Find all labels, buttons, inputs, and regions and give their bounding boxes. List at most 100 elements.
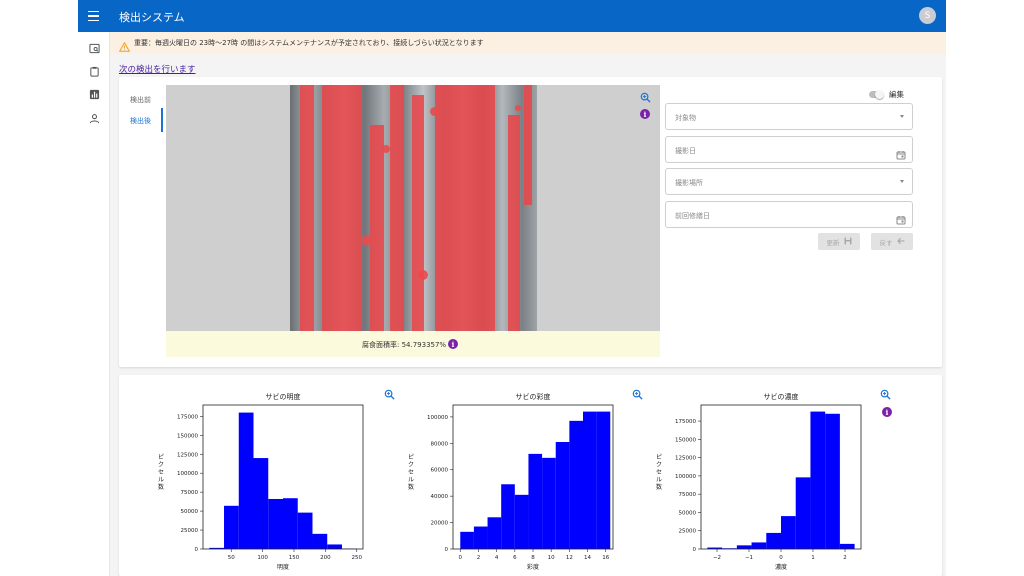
- info-icon[interactable]: i: [882, 407, 892, 417]
- y-tick-label: 25000: [181, 528, 199, 534]
- x-tick-label: 100: [257, 555, 268, 561]
- histogram-bar: [781, 516, 796, 549]
- chevron-down-icon: [900, 115, 904, 118]
- histogram-bar: [268, 498, 283, 549]
- x-tick-label: 2: [477, 555, 481, 561]
- histogram-bar: [487, 517, 502, 549]
- banner-text: 重要：毎週火曜日の 23時〜27時 の間はシステムメンテナンスが予定されており、…: [134, 39, 484, 47]
- histogram-bar: [751, 542, 767, 549]
- target-object-select[interactable]: 対象物: [665, 103, 913, 130]
- histogram-bar: [253, 458, 269, 549]
- info-icon[interactable]: i: [640, 109, 650, 119]
- update-button[interactable]: 更新: [818, 233, 860, 250]
- histogram-bar: [569, 420, 583, 549]
- bar-chart-icon[interactable]: [84, 84, 104, 104]
- corrosion-rate-text: 腐食面積率: 54.793357%: [362, 341, 447, 349]
- edit-toggle[interactable]: [869, 90, 884, 99]
- histogram-bar: [583, 411, 597, 549]
- y-tick-label: 150000: [675, 437, 696, 443]
- x-axis-label: 濃度: [775, 563, 787, 571]
- y-tick-label: 175000: [177, 414, 198, 420]
- x-axis-label: 明度: [277, 563, 289, 571]
- histogram-card: サビの明度 50 100 150 200 250 0 25000 50000 75000 10000…: [119, 375, 942, 576]
- histogram-bar: [501, 484, 515, 549]
- histogram-bar: [596, 411, 611, 549]
- person-icon[interactable]: [84, 108, 104, 128]
- tab-after-detection[interactable]: 検出後: [119, 108, 163, 132]
- x-tick-label: −1: [745, 555, 753, 561]
- capture-location-select[interactable]: 撮影場所: [665, 168, 913, 195]
- x-tick-label: 16: [602, 555, 609, 561]
- histogram-bar: [555, 441, 570, 549]
- y-tick-label: 20000: [431, 521, 449, 527]
- x-tick-label: 6: [513, 555, 517, 561]
- x-tick-label: 1: [811, 555, 815, 561]
- y-axis-label: ピクセル数: [158, 454, 164, 491]
- histogram-saturation: サビの彩度 0 2 4 6 8 10 12 14 16 0 20000 40000 60000 80000 1…: [399, 385, 629, 576]
- histogram-bar: [514, 494, 529, 549]
- x-tick-label: 50: [228, 555, 235, 561]
- chevron-down-icon: [900, 180, 904, 183]
- capture-date-label: 撮影日: [675, 147, 696, 155]
- y-tick-label: 0: [693, 547, 697, 553]
- histogram-bar: [528, 453, 543, 549]
- capture-date-field[interactable]: 撮影日: [665, 136, 913, 163]
- last-repair-date-field[interactable]: 前回修繕日: [665, 201, 913, 228]
- x-tick-label: −2: [713, 555, 721, 561]
- histogram-brightness: サビの明度 50 100 150 200 250 0 25000 50000 75000 10000…: [149, 385, 379, 576]
- histogram-bar: [825, 413, 840, 549]
- zoom-in-icon[interactable]: [640, 88, 652, 103]
- histogram-bar: [542, 457, 556, 549]
- y-tick-label: 125000: [177, 452, 198, 458]
- calendar-icon[interactable]: [896, 145, 906, 164]
- clipboard-icon[interactable]: [84, 61, 104, 81]
- y-tick-label: 60000: [431, 468, 449, 474]
- zoom-in-icon[interactable]: [384, 385, 396, 400]
- next-detection-link[interactable]: 次の検出を行います: [119, 63, 196, 75]
- histogram-bar: [473, 526, 488, 549]
- x-tick-label: 0: [459, 555, 463, 561]
- corrosion-rate-bar: 腐食面積率: 54.793357% i: [166, 331, 660, 357]
- revert-button-label: 戻す: [879, 238, 893, 247]
- menu-icon[interactable]: [86, 8, 102, 24]
- app-title: 検出システム: [119, 11, 185, 24]
- x-tick-label: 14: [584, 555, 591, 561]
- y-tick-label: 100000: [427, 415, 448, 421]
- app-window: 検出システム S 重要：毎週火曜日の 23時〜27時 の間はシステムメンテナンス…: [78, 0, 946, 576]
- histogram-bar: [327, 544, 342, 549]
- rust-detection-image: [290, 85, 537, 331]
- top-app-bar: 検出システム S: [78, 0, 946, 32]
- x-tick-label: 12: [566, 555, 573, 561]
- y-axis-label: ピクセル数: [408, 454, 414, 491]
- histogram-bar: [297, 512, 313, 549]
- chart-title: サビの彩度: [516, 392, 551, 401]
- save-icon: [844, 237, 852, 247]
- zoom-in-icon[interactable]: [632, 385, 644, 400]
- sidebar: [78, 32, 110, 576]
- y-tick-label: 50000: [181, 509, 199, 515]
- y-axis-label: ピクセル数: [656, 454, 662, 491]
- histogram-bar: [839, 543, 855, 549]
- y-tick-label: 40000: [431, 494, 449, 500]
- info-icon[interactable]: i: [448, 339, 458, 349]
- calendar-icon[interactable]: [896, 210, 906, 229]
- x-axis-label: 彩度: [527, 563, 539, 571]
- y-tick-label: 0: [445, 547, 449, 553]
- y-tick-label: 25000: [679, 529, 697, 535]
- histogram-bar: [460, 531, 474, 549]
- y-tick-label: 50000: [679, 510, 697, 516]
- user-avatar[interactable]: S: [919, 7, 936, 24]
- histogram-bar: [795, 477, 811, 549]
- x-tick-label: 8: [531, 555, 535, 561]
- image-search-icon[interactable]: [84, 38, 104, 58]
- zoom-in-icon[interactable]: [880, 385, 892, 400]
- chart-title: サビの明度: [266, 392, 301, 401]
- histogram-density: サビの濃度 −2 −1 0 1 2 0 25000 50000 75000 100000 125000…: [647, 385, 877, 576]
- warning-icon: [118, 37, 131, 56]
- y-tick-label: 80000: [431, 441, 449, 447]
- revert-button[interactable]: 戻す: [871, 233, 913, 250]
- y-tick-label: 150000: [177, 433, 198, 439]
- y-tick-label: 175000: [675, 419, 696, 425]
- histogram-bar: [810, 411, 826, 549]
- histogram-bar: [224, 505, 239, 549]
